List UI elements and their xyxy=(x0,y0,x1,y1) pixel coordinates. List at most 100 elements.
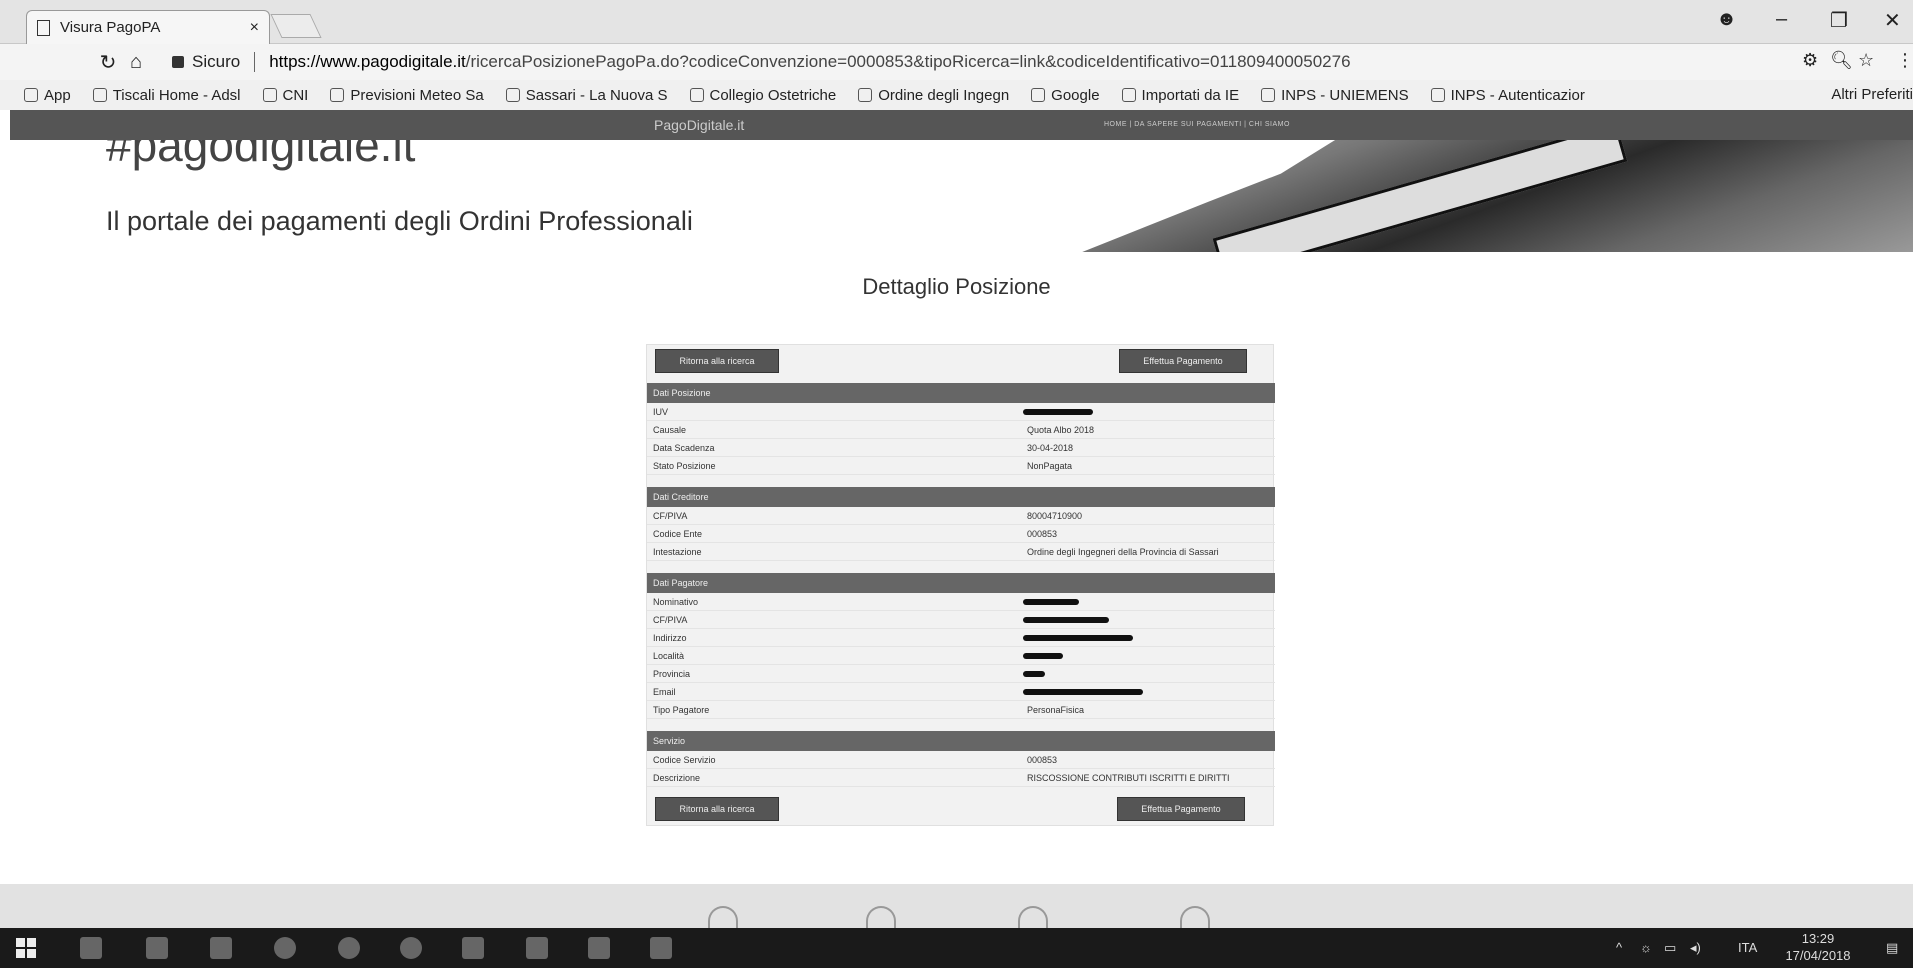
media-icon[interactable] xyxy=(210,937,232,959)
home-icon[interactable]: ⌂ xyxy=(122,51,150,74)
other-bookmarks[interactable]: Altri Preferiti xyxy=(1831,86,1913,103)
bookmark-google[interactable]: Google xyxy=(1031,87,1100,104)
pay-button[interactable]: Effettua Pagamento xyxy=(1119,349,1247,373)
table-row: CF/PIVA xyxy=(647,611,1275,629)
section-header-pagatore: Dati Pagatore xyxy=(647,573,1275,593)
file-explorer-icon[interactable] xyxy=(146,937,168,959)
redaction-bar xyxy=(1023,635,1133,641)
apps-icon xyxy=(24,88,38,102)
document-icon xyxy=(37,19,50,36)
bookmark-meteo[interactable]: Previsioni Meteo Sa xyxy=(330,86,484,104)
address-separator xyxy=(254,52,256,72)
windows-start-icon[interactable] xyxy=(16,938,36,958)
address-bar[interactable]: Sicuro https://www.pagodigitale.it/ricer… xyxy=(172,48,1792,76)
row-label: Codice Servizio xyxy=(653,755,716,765)
window-close-icon[interactable]: ✕ xyxy=(1884,8,1901,33)
folder-icon xyxy=(1121,88,1136,102)
menu-icon[interactable]: ⋮ xyxy=(1896,50,1913,71)
cni-icon xyxy=(262,88,277,102)
row-label: Email xyxy=(653,687,676,697)
bookmark-cni[interactable]: CNI xyxy=(262,87,308,104)
star-icon[interactable]: ☆ xyxy=(1858,50,1874,71)
tab-close-icon[interactable]: × xyxy=(250,19,259,37)
pay-button-bottom[interactable]: Effettua Pagamento xyxy=(1117,797,1245,821)
volume-icon[interactable]: ◂) xyxy=(1690,940,1701,956)
address-row: ↻ ⌂ Sicuro https://www.pagodigitale.it/r… xyxy=(0,44,1913,80)
site-top-bar: PagoDigitale.it HOME | DA SAPERE SUI PAG… xyxy=(10,110,1913,140)
bookmark-label: Sassari - La Nuova S xyxy=(525,86,668,104)
publisher-icon[interactable] xyxy=(588,937,610,959)
site-brand[interactable]: PagoDigitale.it xyxy=(654,117,744,133)
notifications-icon[interactable]: ▤ xyxy=(1886,940,1898,956)
edge-icon[interactable] xyxy=(400,937,422,959)
hero-subtitle: Il portale dei pagamenti degli Ordini Pr… xyxy=(106,206,693,236)
system-clock[interactable]: 13:29 17/04/2018 xyxy=(1778,930,1858,964)
browser-tabstrip: Visura PagoPA × ☻ – ❐ ✕ xyxy=(0,0,1913,44)
table-row: Località xyxy=(647,647,1275,665)
bookmark-importati[interactable]: Importati da IE xyxy=(1121,86,1240,104)
restore-icon[interactable]: ❐ xyxy=(1830,8,1848,33)
firefox-icon[interactable] xyxy=(274,937,296,959)
bookmark-tiscali[interactable]: Tiscali Home - Adsl xyxy=(92,86,241,104)
bookmark-label: App xyxy=(44,86,71,104)
back-to-search-button[interactable]: Ritorna alla ricerca xyxy=(655,349,779,373)
browser-tab[interactable]: Visura PagoPA × xyxy=(26,10,270,44)
bookmark-label: Collegio Ostetriche xyxy=(709,86,837,104)
tray-chevron-icon[interactable]: ^ xyxy=(1616,940,1622,955)
detail-panel: Ritorna alla ricerca Effettua Pagamento … xyxy=(646,344,1275,826)
row-value: Quota Albo 2018 xyxy=(1027,425,1095,435)
secure-label: Sicuro xyxy=(192,52,241,71)
app-icon[interactable] xyxy=(650,937,672,959)
row-label: CF/PIVA xyxy=(653,615,688,625)
bookmark-label: Importati da IE xyxy=(1141,86,1240,104)
table-row: Tipo Pagatore PersonaFisica xyxy=(647,701,1275,719)
row-value: 30-04-2018 xyxy=(1027,443,1074,453)
new-tab-button[interactable] xyxy=(270,14,322,38)
language-indicator[interactable]: ITA xyxy=(1738,940,1757,955)
url-text[interactable]: https://www.pagodigitale.it/ricercaPosiz… xyxy=(269,52,1350,72)
bookmark-label: INPS - UNIEMENS xyxy=(1281,86,1409,104)
bookmark-label: Tiscali Home - Adsl xyxy=(112,86,241,104)
zoom-icon[interactable]: 🔍︎ xyxy=(1830,50,1853,71)
footer-icon xyxy=(1180,906,1210,928)
newspaper-icon xyxy=(505,88,520,102)
minimize-icon[interactable]: – xyxy=(1776,8,1787,31)
row-value: Ordine degli Ingegneri della Provincia d… xyxy=(1027,547,1219,557)
row-label: Provincia xyxy=(653,669,691,679)
meteo-icon xyxy=(330,88,345,102)
row-label: Causale xyxy=(653,425,687,435)
bookmark-ingegneri[interactable]: Ordine degli Ingegn xyxy=(858,87,1009,104)
table-row: Intestazione Ordine degli Ingegneri della… xyxy=(647,543,1275,561)
battery-icon[interactable]: ▭ xyxy=(1664,940,1676,956)
bookmark-nuova-sardegna[interactable]: Sassari - La Nuova S xyxy=(505,86,668,104)
row-label: Indirizzo xyxy=(653,633,687,643)
lock-icon xyxy=(172,56,184,68)
excel-icon[interactable] xyxy=(526,937,548,959)
bookmark-ostetriche[interactable]: Collegio Ostetriche xyxy=(689,86,837,104)
profile-icon[interactable]: ☻ xyxy=(1716,8,1737,31)
clock-date: 17/04/2018 xyxy=(1785,948,1851,963)
chrome-icon[interactable] xyxy=(338,937,360,959)
network-icon[interactable]: ☼ xyxy=(1640,940,1652,955)
bookmarks-bar: App Tiscali Home - Adsl CNI Previsioni M… xyxy=(0,80,1913,110)
word-icon[interactable] xyxy=(462,937,484,959)
section-header-servizio: Servizio xyxy=(647,731,1275,751)
bookmark-inps-auth[interactable]: INPS - Autenticazior xyxy=(1430,87,1585,104)
google-icon xyxy=(1031,88,1046,102)
ingegneri-icon xyxy=(858,88,873,102)
section-header-creditore: Dati Creditore xyxy=(647,487,1275,507)
bookmark-inps-uniemens[interactable]: INPS - UNIEMENS xyxy=(1261,87,1409,104)
bookmark-label: Previsioni Meteo Sa xyxy=(350,86,484,104)
reload-icon[interactable]: ↻ xyxy=(94,50,122,75)
site-top-links[interactable]: HOME | DA SAPERE SUI PAGAMENTI | CHI SIA… xyxy=(1104,121,1290,128)
table-row: Stato Posizione NonPagata xyxy=(647,457,1275,475)
bookmark-apps[interactable]: App xyxy=(24,87,71,104)
redaction-bar xyxy=(1023,599,1079,605)
extension-icon[interactable]: ⚙ xyxy=(1802,50,1818,71)
row-label: Intestazione xyxy=(653,547,702,557)
back-to-search-button-bottom[interactable]: Ritorna alla ricerca xyxy=(655,797,779,821)
footer-icon xyxy=(866,906,896,928)
task-view-icon[interactable] xyxy=(80,937,102,959)
footer-icon xyxy=(1018,906,1048,928)
table-row: CF/PIVA 80004710900 xyxy=(647,507,1275,525)
